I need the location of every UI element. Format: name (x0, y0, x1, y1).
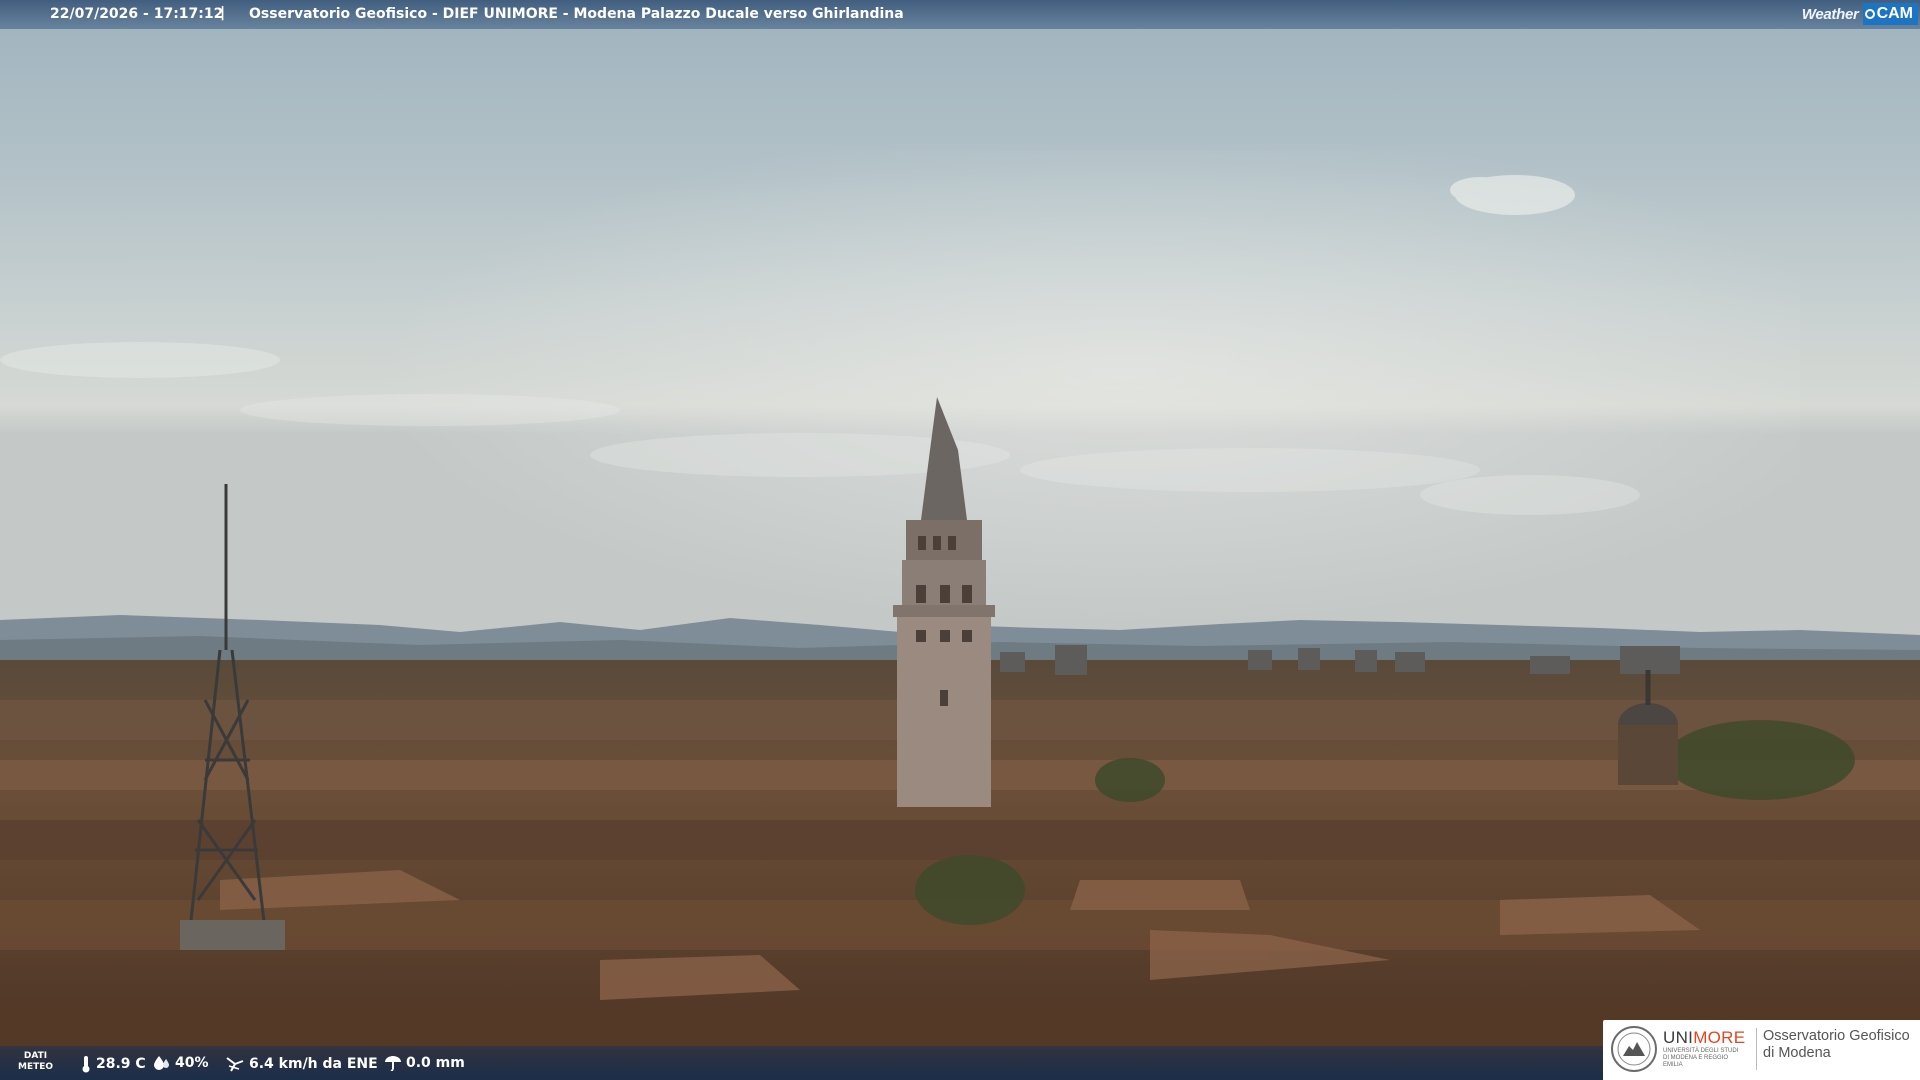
top-info-bar: 22/07/2026 - 17:17:12 | Osservatorio Geo… (0, 0, 1920, 29)
unimore-subtitle: UNIVERSITÀ DEGLI STUDI DI MODENA E REGGI… (1663, 1048, 1739, 1068)
unimore-wordmark: UNIMORE (1663, 1028, 1745, 1048)
rain-gauge-icon (385, 1056, 401, 1071)
weathercam-logo-cam: CAM (1862, 3, 1918, 25)
temperature-readout: 28.9 C (80, 1055, 146, 1073)
wind-value: 6.4 km/h da ENE (249, 1056, 378, 1072)
webcam-image (0, 0, 1920, 1080)
camera-lens-icon (1864, 9, 1875, 19)
weather-data-label-line1: DATI (23, 1051, 48, 1061)
weathercam-logo-weather: Weather (1801, 5, 1859, 23)
weathercam-logo: Weather CAM (1802, 1, 1918, 27)
camera-title: Osservatorio Geofisico - DIEF UNIMORE - … (249, 6, 904, 22)
weather-data-label-line2: METEO (18, 1062, 54, 1072)
header-separator: | (220, 5, 226, 21)
timestamp: 22/07/2026 - 17:17:12 (50, 6, 224, 22)
wind-readout: 6.4 km/h da ENE (225, 1055, 378, 1073)
observatory-name-line2: di Modena (1763, 1045, 1831, 1061)
weather-data-label: DATI METEO (18, 1051, 53, 1073)
rain-readout: 0.0 mm (384, 1055, 465, 1071)
humidity-value: 40% (175, 1055, 209, 1071)
thermometer-icon (82, 1056, 90, 1073)
rain-value: 0.0 mm (406, 1055, 465, 1071)
weathercam-logo-cam-text: CAM (1876, 5, 1913, 22)
logo-divider (1756, 1028, 1757, 1070)
unimore-wordmark-more: MORE (1693, 1028, 1746, 1047)
humidity-readout: 40% (153, 1055, 209, 1071)
observatory-name: Osservatorio Geofisico di Modena (1763, 1028, 1910, 1062)
wind-icon (226, 1057, 244, 1072)
university-seal-icon (1611, 1026, 1657, 1072)
weather-data-bar: DATI METEO 28.9 C 40% 6.4 km/h da ENE 0.… (0, 1046, 1605, 1080)
observatory-name-line1: Osservatorio Geofisico (1763, 1028, 1910, 1044)
unimore-logo-box: UNIMORE UNIVERSITÀ DEGLI STUDI DI MODENA… (1603, 1020, 1920, 1080)
unimore-wordmark-uni: UNI (1663, 1028, 1694, 1047)
humidity-icon (154, 1056, 169, 1070)
temperature-value: 28.9 C (96, 1056, 146, 1072)
